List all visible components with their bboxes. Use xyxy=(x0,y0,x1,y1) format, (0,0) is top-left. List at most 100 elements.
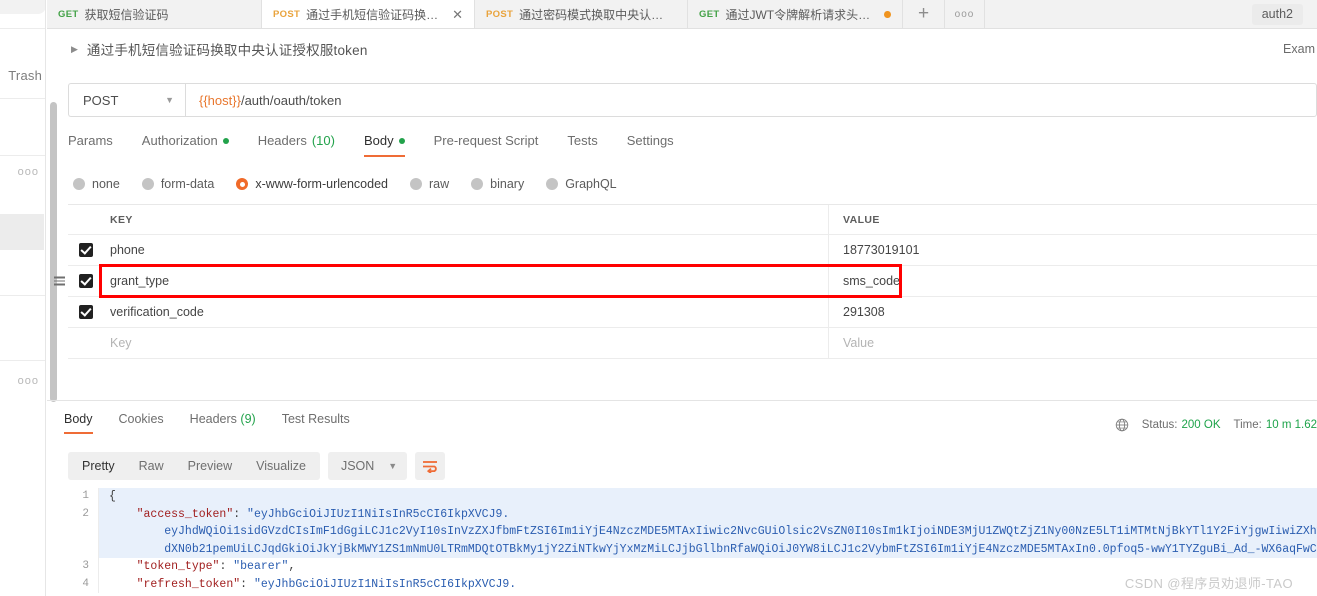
request-tab-4[interactable]: GET 通过JWT令牌解析请求头携带的to... xyxy=(688,0,903,28)
body-type-binary[interactable]: binary xyxy=(471,177,524,191)
row-key-placeholder[interactable]: Key xyxy=(104,328,829,358)
row-checkbox-cell[interactable] xyxy=(68,305,104,319)
response-tabs: Body Cookies Headers (9) Test Results xyxy=(64,412,376,434)
body-type-none[interactable]: none xyxy=(73,177,120,191)
view-mode-preview[interactable]: Preview xyxy=(176,454,244,478)
checkbox-unchecked-icon[interactable] xyxy=(79,336,93,350)
tab-headers[interactable]: Headers (10) xyxy=(258,133,335,157)
row-value[interactable]: 18773019101 xyxy=(829,235,1317,265)
table-row-highlighted[interactable]: grant_type sms_code xyxy=(54,266,1317,297)
globe-icon[interactable] xyxy=(1115,418,1129,432)
sidebar-divider xyxy=(0,155,45,156)
code-line: 2 "access_token": "eyJhbGciOiJIUzI1NiIsI… xyxy=(68,505,1317,523)
request-tab-1[interactable]: GET 获取短信验证码 xyxy=(47,0,262,28)
environment-selector[interactable]: auth2 xyxy=(1236,0,1317,28)
checkbox-checked-icon[interactable] xyxy=(79,274,93,288)
tab-label: Headers xyxy=(257,133,307,148)
tab-authorization[interactable]: Authorization xyxy=(142,133,229,157)
code-text[interactable]: "access_token": "eyJhbGciOiJIUzI1NiIsInR… xyxy=(98,505,1317,523)
wrap-lines-button[interactable] xyxy=(415,452,446,480)
examples-link[interactable]: Exam xyxy=(1283,42,1317,56)
code-text[interactable]: eyJhdWQiOi1sidGVzdCIsImF1dGgiLCJ1c2VyI10… xyxy=(98,523,1317,541)
request-tab-2[interactable]: POST 通过手机短信验证码换取中央... ✕ xyxy=(262,0,475,28)
tab-overflow-menu-icon[interactable]: ooo xyxy=(945,0,985,28)
sidebar-item-selected[interactable] xyxy=(0,214,44,250)
row-key[interactable]: verification_code xyxy=(104,297,829,327)
drag-handle-icon[interactable] xyxy=(54,276,65,286)
row-checkbox-cell[interactable] xyxy=(68,274,104,288)
body-type-label: x-www-form-urlencoded xyxy=(255,177,388,191)
tab-body[interactable]: Body xyxy=(363,133,405,157)
response-tab-body[interactable]: Body xyxy=(64,412,93,434)
tab-pre-request-script[interactable]: Pre-request Script xyxy=(434,133,539,157)
postman-window: Trash ooo ooo GET 获取短信验证码 POST 通过手机短信验证码… xyxy=(0,0,1317,596)
chevron-right-icon[interactable]: ▶ xyxy=(71,44,78,55)
request-tab-3[interactable]: POST 通过密码模式换取中央认证授... xyxy=(475,0,688,28)
body-type-form-data[interactable]: form-data xyxy=(141,177,214,191)
headers-count: (10) xyxy=(311,133,335,148)
tab-title: 获取短信验证码 xyxy=(84,7,169,22)
response-tab-headers[interactable]: Headers (9) xyxy=(190,412,256,434)
tab-method-label: GET xyxy=(58,8,79,20)
response-tab-test-results[interactable]: Test Results xyxy=(282,412,350,434)
tab-tests[interactable]: Tests xyxy=(567,133,597,157)
tab-params[interactable]: Params xyxy=(68,133,113,157)
http-method-value: POST xyxy=(83,92,119,108)
left-sidebar-strip: Trash ooo ooo xyxy=(0,0,46,596)
view-mode-pretty[interactable]: Pretty xyxy=(70,454,127,478)
tab-settings[interactable]: Settings xyxy=(627,133,674,157)
table-row[interactable]: phone 18773019101 xyxy=(68,235,1317,266)
line-number: 3 xyxy=(82,560,89,572)
checkbox-checked-icon[interactable] xyxy=(79,243,93,257)
row-checkbox-cell[interactable] xyxy=(68,243,104,257)
response-divider xyxy=(47,400,1317,401)
tab-label: Authorization xyxy=(141,133,218,148)
table-row-empty[interactable]: Key Value xyxy=(68,328,1317,359)
checkbox-checked-icon[interactable] xyxy=(79,305,93,319)
new-tab-button[interactable]: + xyxy=(903,0,945,28)
row-checkbox-cell[interactable] xyxy=(68,336,104,350)
sidebar-item-more-icon[interactable]: ooo xyxy=(18,166,39,178)
row-value-placeholder[interactable]: Value xyxy=(829,328,1317,358)
body-type-radio-group: none form-data x-www-form-urlencoded raw… xyxy=(73,173,1317,195)
tab-title: 通过JWT令牌解析请求头携带的to... xyxy=(725,7,875,22)
sidebar-divider xyxy=(0,295,45,296)
close-icon[interactable]: ✕ xyxy=(452,8,463,21)
table-row[interactable]: verification_code 291308 xyxy=(68,297,1317,328)
sidebar-item-more-icon-2[interactable]: ooo xyxy=(18,375,39,387)
time-value: 10 m 1.62 xyxy=(1265,419,1317,431)
table-header-row: KEY VALUE xyxy=(68,205,1317,235)
dot-indicator-icon xyxy=(222,137,229,144)
body-type-urlencoded[interactable]: x-www-form-urlencoded xyxy=(236,177,388,191)
response-format-select[interactable]: JSON ▼ xyxy=(327,452,408,480)
row-key[interactable]: grant_type xyxy=(104,266,829,296)
code-line: 1{ xyxy=(68,488,1317,506)
sidebar-trash-label[interactable]: Trash xyxy=(0,68,44,83)
response-format-value: JSON xyxy=(340,459,375,473)
code-text[interactable]: dXN0b21pemUiLCJqdGkiOiJkYjBkMWY1ZS1mNmU0… xyxy=(98,540,1317,558)
body-type-raw[interactable]: raw xyxy=(410,177,449,191)
view-mode-visualize[interactable]: Visualize xyxy=(244,454,318,478)
code-text[interactable]: { xyxy=(98,488,1317,506)
response-tab-cookies[interactable]: Cookies xyxy=(119,412,164,434)
body-type-label: raw xyxy=(429,177,450,191)
url-input[interactable]: {{host}}/auth/oauth/token xyxy=(185,83,1317,117)
radio-icon-selected xyxy=(236,178,249,190)
sidebar-scrollbar[interactable] xyxy=(50,102,57,402)
tab-title: 通过密码模式换取中央认证授... xyxy=(519,7,670,22)
sidebar-divider xyxy=(0,360,45,361)
row-value[interactable]: sms_code xyxy=(829,266,1317,296)
unsaved-indicator-icon xyxy=(884,10,891,18)
radio-icon xyxy=(73,178,85,190)
http-method-select[interactable]: POST ▼ xyxy=(68,83,185,117)
tab-label: Headers xyxy=(189,412,237,426)
row-key[interactable]: phone xyxy=(104,235,829,265)
body-params-table: KEY VALUE phone 18773019101 grant_type s… xyxy=(54,204,1317,359)
status-value: 200 OK xyxy=(1181,419,1221,431)
body-type-label: none xyxy=(92,177,120,191)
row-value[interactable]: 291308 xyxy=(829,297,1317,327)
line-number: 1 xyxy=(82,490,89,502)
request-title: 通过手机短信验证码换取中央认证授权服token xyxy=(86,43,368,58)
body-type-graphql[interactable]: GraphQL xyxy=(546,177,617,191)
view-mode-raw[interactable]: Raw xyxy=(127,454,176,478)
